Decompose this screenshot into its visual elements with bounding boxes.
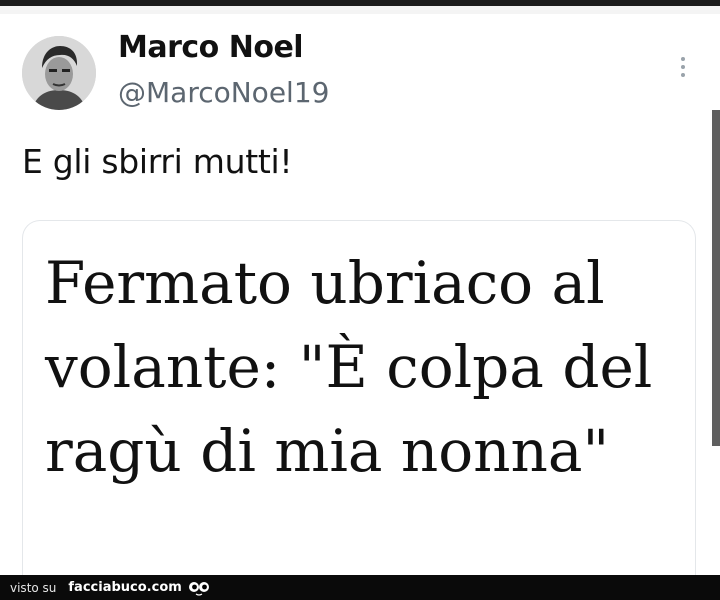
watermark-footer: visto su facciabuco.com bbox=[0, 575, 720, 600]
author-display-name[interactable]: Marco Noel bbox=[118, 30, 304, 65]
link-preview-card[interactable]: Fermato ubriaco al volante: "È colpa del… bbox=[22, 220, 696, 580]
tweet-text: E gli sbirri mutti! bbox=[22, 142, 293, 181]
card-headline: Fermato ubriaco al volante: "È colpa del… bbox=[45, 249, 653, 485]
more-vertical-icon-dot bbox=[681, 65, 685, 69]
more-options-button[interactable] bbox=[670, 50, 696, 84]
scroll-indicator bbox=[712, 110, 720, 446]
footer-prefix: visto su bbox=[10, 580, 57, 595]
author-handle[interactable]: @MarcoNoel19 bbox=[118, 76, 329, 109]
more-vertical-icon-dot bbox=[681, 73, 685, 77]
more-vertical-icon bbox=[681, 57, 685, 61]
footer-site[interactable]: facciabuco.com bbox=[68, 580, 181, 595]
eyes-icon bbox=[188, 580, 210, 596]
top-bar-edge bbox=[0, 6, 720, 14]
avatar-photo-icon bbox=[22, 36, 96, 110]
avatar[interactable] bbox=[22, 36, 96, 110]
